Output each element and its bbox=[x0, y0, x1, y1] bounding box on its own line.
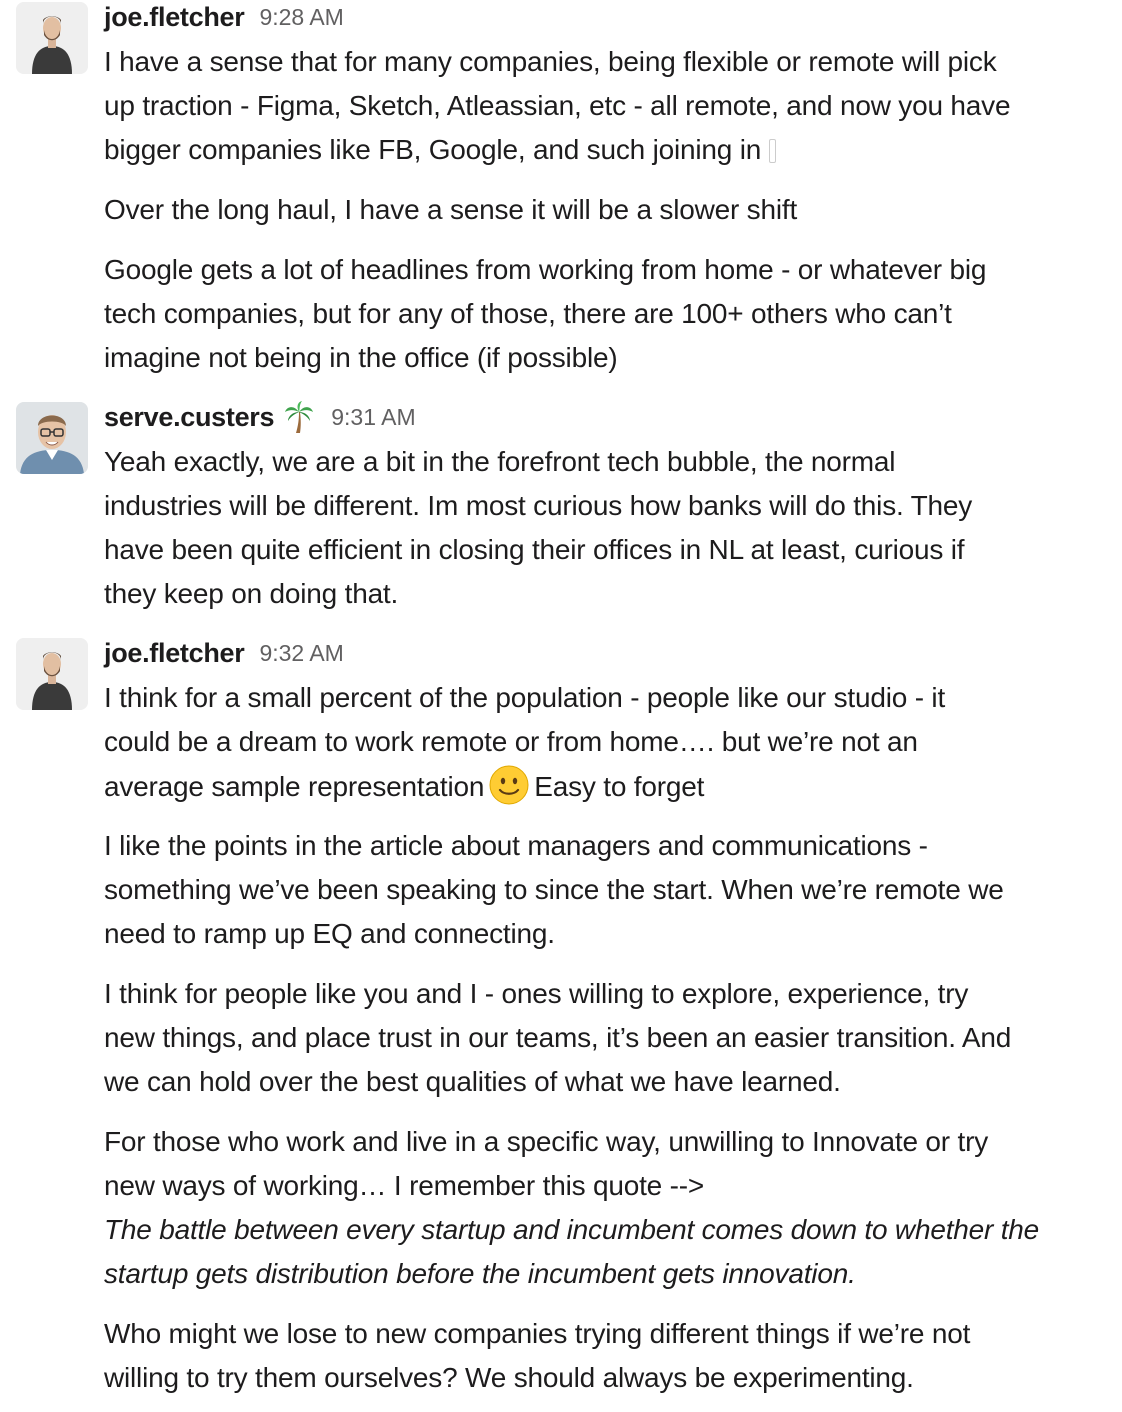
message-body: Yeah exactly, we are a bit in the forefr… bbox=[104, 440, 1094, 616]
message-line: need to ramp up EQ and connecting. bbox=[104, 918, 555, 949]
man-dark-sweater-avatar-icon bbox=[16, 2, 88, 74]
message-line: something we’ve been speaking to since t… bbox=[104, 874, 1004, 905]
timestamp[interactable]: 9:31 AM bbox=[331, 404, 415, 431]
message-text: average sample representation bbox=[104, 771, 485, 802]
quote-line: The battle between every startup and inc… bbox=[104, 1214, 1040, 1245]
message-line: they keep on doing that. bbox=[104, 578, 399, 609]
message-line: Google gets a lot of headlines from work… bbox=[104, 254, 987, 285]
sender-name[interactable]: joe.fletcher bbox=[104, 2, 245, 33]
message-line: new things, and place trust in our teams… bbox=[104, 1022, 1012, 1053]
sender-name[interactable]: serve.custers bbox=[104, 402, 275, 433]
man-glasses-avatar-icon bbox=[16, 402, 88, 474]
message-body: Who might we lose to new companies tryin… bbox=[104, 1312, 1094, 1400]
message-body: I like the points in the article about m… bbox=[104, 824, 1094, 956]
avatar-joe-fletcher[interactable] bbox=[16, 2, 88, 74]
message-line: Who might we lose to new companies tryin… bbox=[104, 1318, 971, 1349]
man-dark-sweater-avatar-icon bbox=[16, 638, 88, 710]
message-body: I think for people like you and I - ones… bbox=[104, 972, 1094, 1104]
message-body: For those who work and live in a specifi… bbox=[104, 1120, 1094, 1296]
message-line: tech companies, but for any of those, th… bbox=[104, 298, 952, 329]
message-body: Google gets a lot of headlines from work… bbox=[104, 248, 1094, 380]
message-line: bigger companies like FB, Google, and su… bbox=[104, 134, 762, 165]
message-line-wrap: bigger companies like FB, Google, and su… bbox=[104, 128, 1094, 172]
message-line: For those who work and live in a specifi… bbox=[104, 1126, 989, 1157]
message-line: up traction - Figma, Sketch, Atleassian,… bbox=[104, 90, 1011, 121]
message-line-with-emoji: average sample representation Easy to for… bbox=[104, 764, 1094, 808]
avatar-joe-fletcher[interactable] bbox=[16, 638, 88, 710]
message-body: I think for a small percent of the popul… bbox=[104, 676, 1094, 808]
message-line: I have a sense that for many companies, … bbox=[104, 46, 997, 77]
message-line: I think for a small percent of the popul… bbox=[104, 682, 946, 713]
message-line: I like the points in the article about m… bbox=[104, 830, 928, 861]
message-line: could be a dream to work remote or from … bbox=[104, 726, 918, 757]
timestamp[interactable]: 9:32 AM bbox=[259, 640, 343, 667]
message-line: willing to try them ourselves? We should… bbox=[104, 1362, 914, 1393]
sender-name[interactable]: joe.fletcher bbox=[104, 638, 245, 669]
message-body: I have a sense that for many companies, … bbox=[104, 40, 1094, 172]
message-header: joe.fletcher 9:28 AM bbox=[104, 0, 344, 34]
palm-tree-icon[interactable] bbox=[282, 400, 316, 434]
timestamp[interactable]: 9:28 AM bbox=[259, 4, 343, 31]
truncated-emoji-icon bbox=[769, 139, 777, 163]
message-body: Over the long haul, I have a sense it wi… bbox=[104, 188, 1094, 232]
quote-line: startup gets distribution before the inc… bbox=[104, 1258, 856, 1289]
message-line: I think for people like you and I - ones… bbox=[104, 978, 969, 1009]
message-line: imagine not being in the office (if poss… bbox=[104, 342, 618, 373]
message-line: Yeah exactly, we are a bit in the forefr… bbox=[104, 446, 896, 477]
message-header: serve.custers 9:31 AM bbox=[104, 400, 416, 434]
message-text: Easy to forget bbox=[534, 771, 705, 802]
message-header: joe.fletcher 9:32 AM bbox=[104, 636, 344, 670]
message-line: new ways of working… I remember this quo… bbox=[104, 1170, 705, 1201]
message-line: we can hold over the best qualities of w… bbox=[104, 1066, 841, 1097]
message-line: have been quite efficient in closing the… bbox=[104, 534, 965, 565]
slightly-smiling-face-icon[interactable] bbox=[488, 764, 530, 806]
avatar-serve-custers[interactable] bbox=[16, 402, 88, 474]
message-line: industries will be different. Im most cu… bbox=[104, 490, 973, 521]
message-line: Over the long haul, I have a sense it wi… bbox=[104, 194, 798, 225]
